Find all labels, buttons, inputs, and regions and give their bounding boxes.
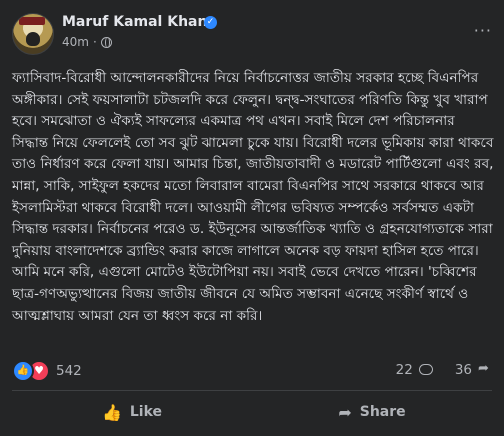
reaction-count: 542 [56,363,82,379]
comment-icon [418,364,433,376]
like-button[interactable]: 👍 Like [12,392,252,432]
verified-badge-icon: ✓ [204,16,217,29]
post-stats: 👍 ♥ 542 22 36 [12,360,492,382]
more-options-icon[interactable]: ··· [474,21,492,40]
comment-count[interactable]: 22 [396,362,413,378]
share-icon: ➦ [338,402,352,422]
share-label: Share [359,404,406,420]
engagement-counts: 22 36 [396,361,492,378]
post-card: Maruf Kamal Khan ✓ 40m · ··· ফ্যাসিবাদ-ব… [0,0,504,436]
reactions-summary[interactable]: 👍 ♥ 542 [12,360,82,382]
post-meta: 40m · [62,35,112,49]
avatar-face [26,32,40,46]
globe-icon[interactable] [100,36,112,48]
post-text: ফ্যাসিবাদ-বিরোধী আন্দোলনকারীদের নিয়ে নি… [12,70,494,324]
author-avatar[interactable] [12,13,54,55]
post-actions: 👍 Like ➦ Share [12,392,492,432]
avatar-stamp [19,17,45,25]
thumbs-up-icon: 👍 [101,402,122,422]
author-name[interactable]: Maruf Kamal Khan [62,14,207,30]
like-label: Like [129,404,163,420]
share-button[interactable]: ➦ Share [252,392,492,432]
like-reaction-icon: 👍 [12,360,34,382]
share-count[interactable]: 36 [455,362,472,378]
post-time[interactable]: 40m [62,35,89,49]
share-count-icon [478,361,492,376]
post-header: Maruf Kamal Khan ✓ 40m · ··· [12,13,492,59]
actions-divider [12,390,492,391]
